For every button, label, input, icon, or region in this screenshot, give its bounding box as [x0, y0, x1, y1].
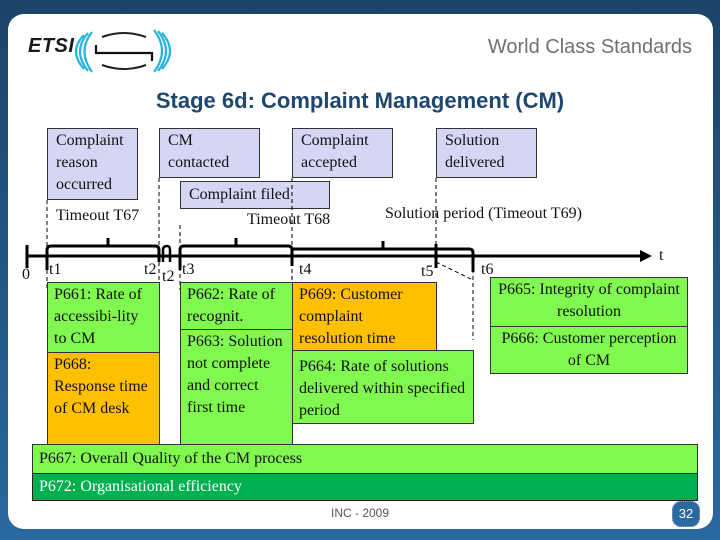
timeout-t67-label: Timeout T67	[56, 207, 140, 224]
footer-text: INC - 2009	[330, 506, 390, 520]
param-p661: P661: Rate of accessibi-lity to CM	[47, 282, 160, 353]
page-number-badge: 32	[672, 501, 700, 527]
param-p672: P672: Organisational efficiency	[32, 473, 698, 501]
tick-label-t5: t5	[421, 263, 434, 280]
tick-label-t2b: t2	[162, 268, 175, 285]
logo-arcs-icon	[74, 29, 172, 73]
param-p668: P668: Response time of CM desk	[47, 352, 160, 445]
tick-label-t3: t3	[182, 261, 195, 278]
axis-end-label: t	[659, 247, 664, 264]
event-solution-delivered: Solution delivered	[436, 128, 537, 178]
page-title: Stage 6d: Complaint Management (CM)	[155, 88, 565, 113]
tick-label-t1: t1	[49, 261, 62, 278]
param-p665: P665: Integrity of complaint resolution	[490, 277, 688, 327]
param-p662: P662: Rate of recognit.	[180, 282, 293, 330]
param-p669: P669: Customer complaint resolution time	[292, 282, 437, 354]
etsi-logo: ETSI	[28, 27, 178, 75]
param-p666: P666: Customer perception of CM	[490, 326, 688, 374]
event-complaint-reason-occurred: Complaint reason occurred	[47, 128, 138, 200]
event-complaint-filed: Complaint filed	[180, 181, 330, 209]
tick-label-t2: t2	[144, 261, 157, 278]
event-complaint-accepted: Complaint accepted	[292, 128, 393, 178]
param-p664: P664: Rate of solutions delivered within…	[292, 350, 474, 424]
timeout-t68-label: Timeout T68	[247, 211, 331, 228]
param-p667: P667: Overall Quality of the CM process	[32, 444, 698, 474]
param-p663: P663: Solution not complete and correct …	[180, 329, 293, 446]
event-cm-contacted: CM contacted	[159, 128, 260, 178]
axis-origin-label: 0	[22, 266, 30, 283]
tagline: World Class Standards	[487, 36, 692, 58]
timeout-t69-label: Solution period (Timeout T69)	[385, 205, 582, 222]
tick-label-t4: t4	[299, 261, 312, 278]
